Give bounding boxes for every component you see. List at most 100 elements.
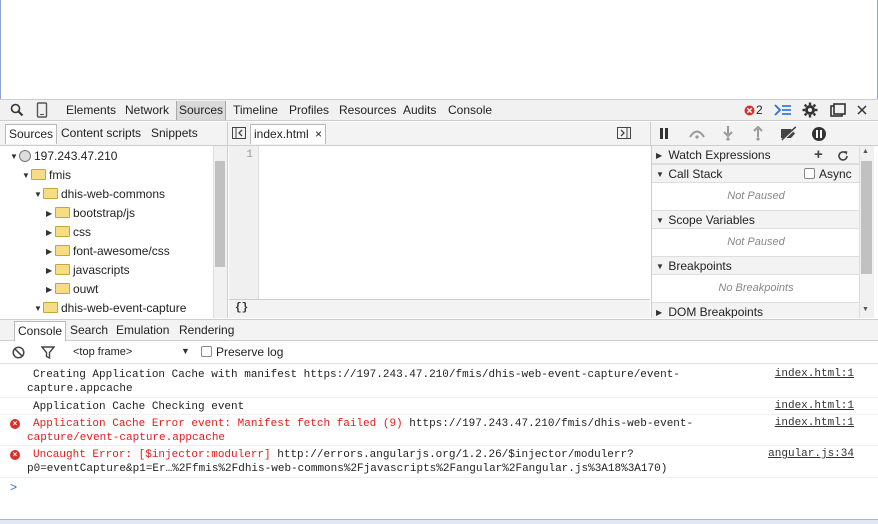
- watch-expressions-header[interactable]: ▶ Watch Expressions +: [652, 146, 859, 164]
- tab-content-scripts[interactable]: Content scripts: [61, 126, 141, 140]
- console-message: Creating Application Cache with manifest…: [0, 366, 878, 398]
- console-message: Application Cache Checking event index.h…: [0, 398, 878, 415]
- expand-triangle-icon: ▼: [656, 215, 664, 225]
- tree-item-label: font-awesome/css: [73, 244, 170, 258]
- message-url[interactable]: https://197.243.47.210/fmis/dhis-web-eve…: [409, 418, 693, 430]
- tree-item-label: ouwt: [73, 282, 99, 296]
- tab-network[interactable]: Network: [125, 103, 169, 117]
- expand-triangle-icon[interactable]: ▼: [34, 185, 43, 204]
- message-text-continued: capture.appcache: [27, 383, 133, 395]
- toggle-navigator-icon[interactable]: [232, 127, 246, 142]
- chevron-down-icon[interactable]: ▼: [181, 346, 190, 356]
- console-drawer-icon[interactable]: [774, 103, 792, 120]
- message-url[interactable]: https://197.243.47.210/fmis/dhis-web-eve…: [304, 369, 680, 381]
- line-number-gutter: 1: [229, 146, 259, 299]
- tree-item-dhis-web-event-capture[interactable]: ▼ dhis-web-event-capture: [34, 299, 186, 318]
- page-viewport: [0, 0, 878, 99]
- tree-item-javascripts[interactable]: ▶ javascripts: [46, 261, 130, 280]
- call-stack-header[interactable]: ▼ Call Stack Async: [652, 164, 859, 183]
- scroll-down-icon[interactable]: ▼: [862, 306, 869, 313]
- preserve-log-checkbox[interactable]: [201, 346, 212, 357]
- expand-triangle-icon[interactable]: ▼: [10, 147, 19, 166]
- drawer-tab-emulation[interactable]: Emulation: [116, 323, 169, 337]
- dock-side-icon[interactable]: [830, 103, 846, 120]
- deactivate-breakpoints-icon[interactable]: [780, 126, 798, 144]
- message-line: Uncaught Error: [$injector:modulerr]: [33, 449, 278, 461]
- collapsed-triangle-icon[interactable]: ▶: [46, 223, 55, 242]
- error-count-icon[interactable]: [744, 105, 755, 119]
- tab-timeline[interactable]: Timeline: [233, 103, 278, 117]
- collapsed-triangle-icon[interactable]: ▶: [46, 242, 55, 261]
- tree-item-fmis[interactable]: ▼ fmis: [22, 166, 71, 185]
- drawer-tab-search[interactable]: Search: [70, 323, 108, 337]
- line-number: 1: [246, 149, 253, 161]
- folder-icon: [43, 188, 58, 200]
- message-source-link[interactable]: index.html:1: [775, 368, 854, 380]
- message-text: Application Cache Error event: Manifest …: [33, 417, 733, 431]
- gear-icon[interactable]: [802, 102, 818, 121]
- close-tab-icon[interactable]: ×: [315, 127, 322, 141]
- dom-breakpoints-header[interactable]: ▶ DOM Breakpoints: [652, 302, 859, 318]
- pause-on-exceptions-icon[interactable]: [811, 126, 827, 145]
- collapsed-triangle-icon[interactable]: ▶: [46, 261, 55, 280]
- tab-nav-sources[interactable]: Sources: [5, 124, 58, 144]
- folder-icon: [31, 169, 46, 181]
- message-source-link[interactable]: index.html:1: [775, 417, 854, 429]
- tab-profiles[interactable]: Profiles: [289, 103, 329, 117]
- message-source-link[interactable]: angular.js:34: [768, 448, 854, 460]
- tree-item-css[interactable]: ▶ css: [46, 223, 91, 242]
- code-editor[interactable]: [229, 146, 650, 299]
- console-input[interactable]: [24, 478, 864, 496]
- message-url[interactable]: p0=eventCapture&p1=Er…%2Ffmis%2Fdhis-web…: [27, 463, 667, 475]
- clear-console-icon[interactable]: [12, 346, 25, 362]
- folder-icon: [55, 283, 70, 295]
- device-mode-icon[interactable]: [36, 102, 48, 121]
- tree-item-bootstrap[interactable]: ▶ bootstrap/js: [46, 204, 135, 223]
- add-watch-icon[interactable]: +: [814, 146, 823, 164]
- tab-snippets[interactable]: Snippets: [151, 126, 198, 140]
- collapsed-triangle-icon[interactable]: ▶: [46, 280, 55, 299]
- tab-audits[interactable]: Audits: [403, 103, 436, 117]
- message-url[interactable]: http://errors.angularjs.org/1.2.26/$inje…: [277, 449, 633, 461]
- pause-icon[interactable]: [659, 128, 669, 142]
- tree-item-dhis-web-commons[interactable]: ▼ dhis-web-commons: [34, 185, 165, 204]
- scope-variables-header[interactable]: ▼ Scope Variables: [652, 210, 859, 229]
- breakpoints-header[interactable]: ▼ Breakpoints: [652, 256, 859, 275]
- error-count[interactable]: 2: [756, 103, 763, 117]
- preserve-log-label: Preserve log: [216, 345, 284, 359]
- section-title: DOM Breakpoints: [668, 305, 764, 318]
- debugger-scrollbar-thumb[interactable]: [861, 161, 872, 274]
- message-source-link[interactable]: index.html:1: [775, 400, 854, 412]
- navigator-scrollbar-thumb[interactable]: [215, 161, 225, 267]
- tree-item-font-awesome[interactable]: ▶ font-awesome/css: [46, 242, 170, 261]
- console-prompt[interactable]: >: [10, 480, 17, 494]
- console-error-message: × Uncaught Error: [$injector:modulerr] h…: [0, 446, 878, 478]
- tab-console[interactable]: Console: [448, 103, 492, 117]
- async-checkbox[interactable]: [804, 168, 815, 179]
- tab-sources[interactable]: Sources: [176, 101, 227, 120]
- tab-resources[interactable]: Resources: [339, 103, 396, 117]
- editor-file-tab[interactable]: index.html ×: [250, 124, 327, 144]
- collapsed-triangle-icon[interactable]: ▶: [46, 204, 55, 223]
- tab-elements[interactable]: Elements: [66, 103, 116, 117]
- collapsed-triangle-icon: ▶: [656, 307, 663, 317]
- step-over-icon[interactable]: [688, 128, 706, 142]
- close-icon[interactable]: [857, 104, 867, 118]
- tree-item-ouwt[interactable]: ▶ ouwt: [46, 280, 98, 299]
- step-into-icon[interactable]: [722, 126, 734, 144]
- toggle-debugger-icon[interactable]: [617, 127, 631, 142]
- tree-item-label: 197.243.47.210: [34, 149, 118, 163]
- step-out-icon[interactable]: [752, 125, 764, 144]
- frame-select[interactable]: <top frame>: [73, 346, 132, 358]
- search-icon[interactable]: [10, 103, 24, 120]
- drawer-tab-rendering[interactable]: Rendering: [179, 323, 234, 337]
- scroll-up-icon[interactable]: ▲: [862, 148, 869, 155]
- expand-triangle-icon[interactable]: ▼: [22, 166, 31, 185]
- expand-triangle-icon[interactable]: ▼: [34, 299, 43, 318]
- pretty-print-button[interactable]: {}: [235, 302, 248, 314]
- tree-item-label: fmis: [49, 168, 71, 182]
- drawer-tab-console[interactable]: Console: [14, 321, 67, 341]
- section-title: Breakpoints: [668, 259, 732, 273]
- filter-icon[interactable]: [40, 346, 56, 362]
- tree-item-host[interactable]: ▼ 197.243.47.210: [10, 147, 117, 166]
